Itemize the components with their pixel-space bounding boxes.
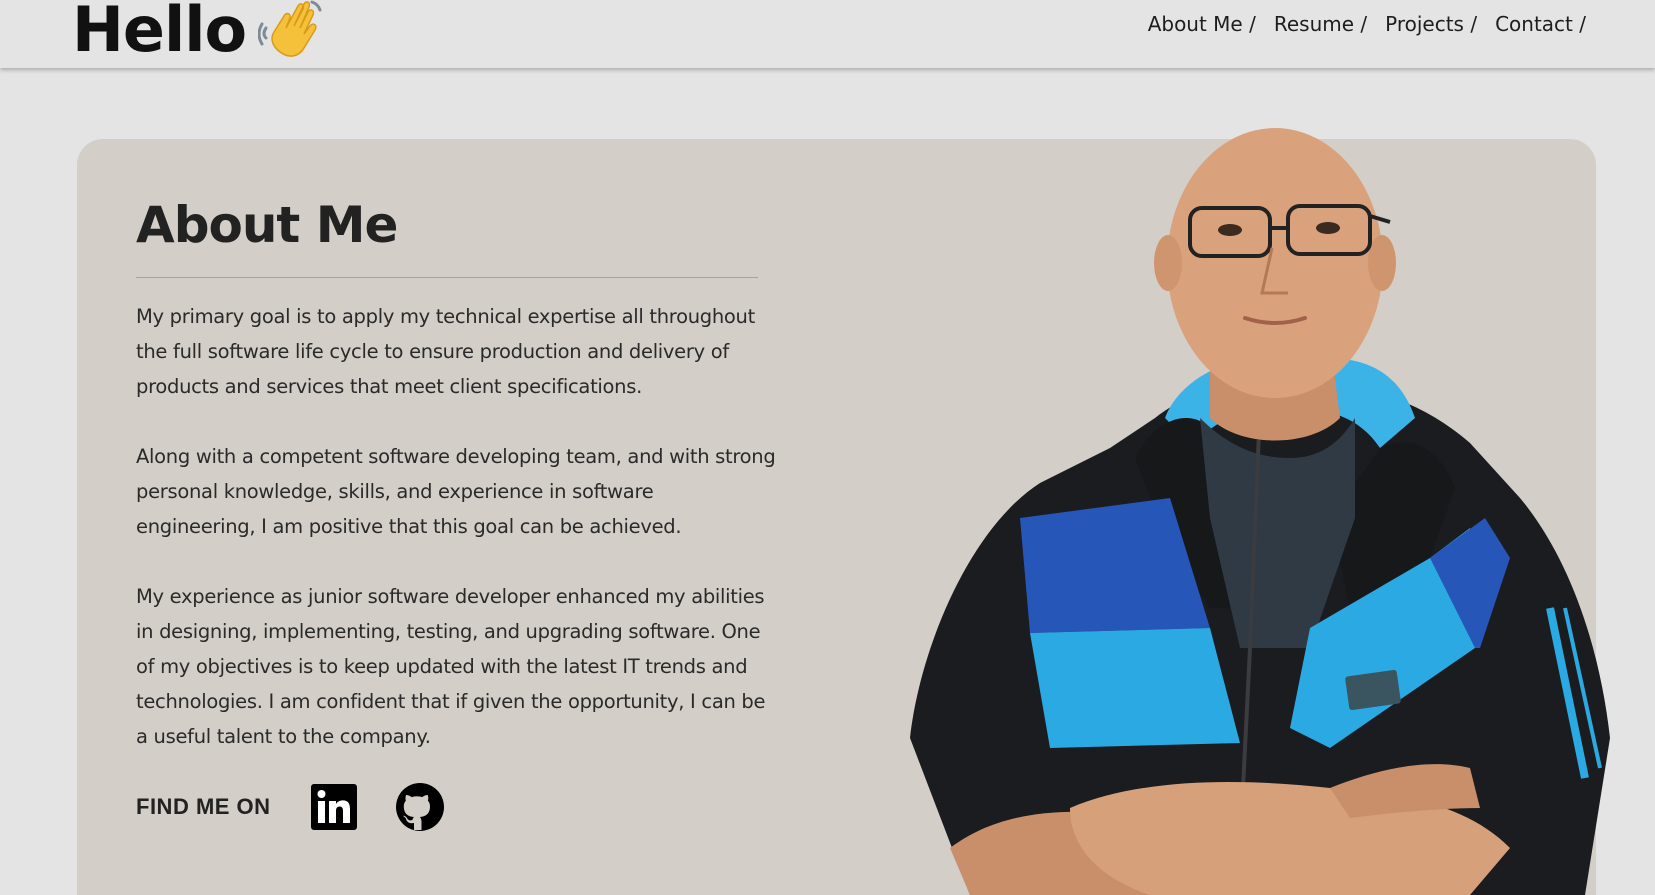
brand-title: Hello <box>72 0 247 66</box>
page-title: About Me <box>136 196 398 254</box>
linkedin-icon[interactable] <box>310 784 357 830</box>
site-header: Hello About Me / Resume / Projects / Con… <box>0 0 1655 68</box>
waving-hand-icon <box>258 0 322 57</box>
nav-about-me[interactable]: About Me / <box>1148 12 1256 36</box>
nav-resume[interactable]: Resume / <box>1274 12 1367 36</box>
nav-projects[interactable]: Projects / <box>1385 12 1477 36</box>
nav-contact[interactable]: Contact / <box>1495 12 1586 36</box>
title-divider <box>136 277 758 278</box>
bio-paragraph-3: My experience as junior software develop… <box>136 585 766 748</box>
find-me-label: FIND ME ON <box>136 794 271 819</box>
bio-paragraph-2: Along with a competent software developi… <box>136 445 776 538</box>
find-me-row: FIND ME ON <box>136 782 445 832</box>
github-icon[interactable] <box>395 782 445 832</box>
main-nav: About Me / Resume / Projects / Contact / <box>1148 12 1586 36</box>
bio-paragraph-1: My primary goal is to apply my technical… <box>136 305 755 398</box>
about-bio: My primary goal is to apply my technical… <box>136 299 776 789</box>
brand[interactable]: Hello <box>72 0 324 66</box>
profile-photo <box>910 128 1610 895</box>
